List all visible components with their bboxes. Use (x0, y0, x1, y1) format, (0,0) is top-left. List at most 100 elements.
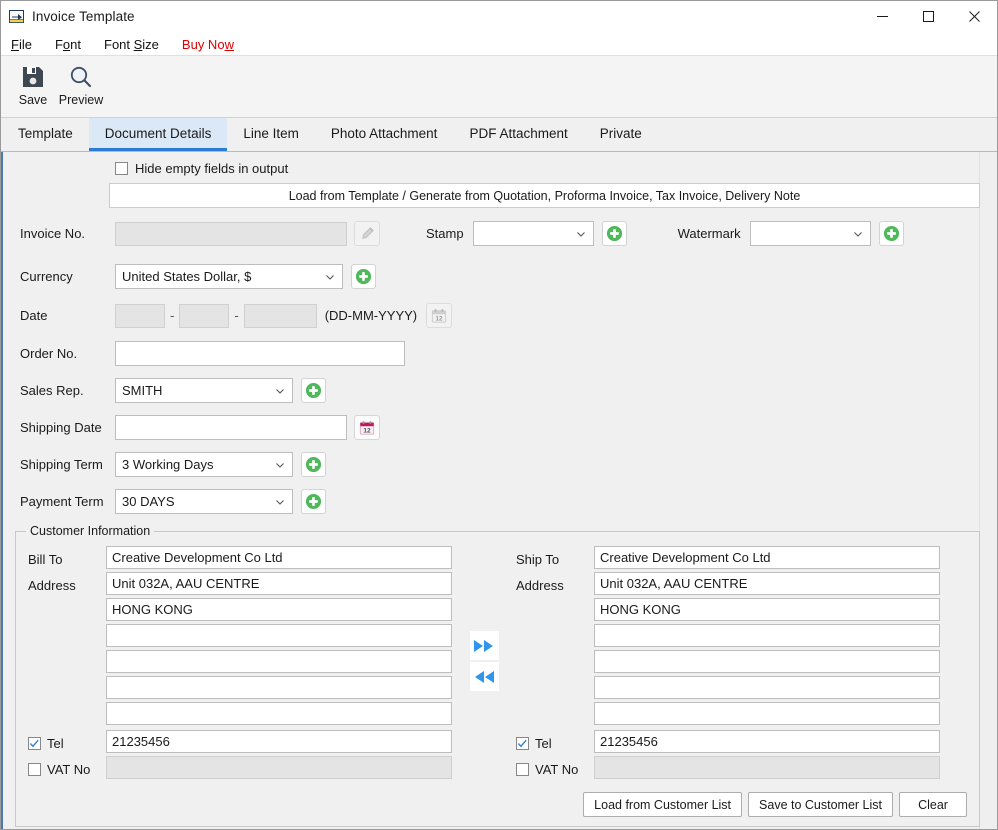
ship-to-column: Ship To Address (516, 542, 940, 782)
tab-photo-attachment[interactable]: Photo Attachment (315, 118, 454, 151)
ship-to-address-line-2[interactable] (594, 598, 940, 621)
preview-button[interactable]: Preview (57, 60, 105, 107)
menu-item-buy-now[interactable]: Buy Now (182, 37, 234, 52)
currency-add-button[interactable] (351, 264, 376, 289)
bill-to-address-line-1[interactable] (106, 572, 452, 595)
sales-rep-select[interactable]: SMITH (115, 378, 293, 403)
ship-to-vat-checkbox[interactable] (516, 762, 529, 776)
load-from-customer-list-button[interactable]: Load from Customer List (583, 792, 743, 817)
menu-bar: File Font Font Size Buy Now (1, 33, 997, 56)
preview-label: Preview (58, 93, 104, 107)
stamp-select[interactable] (472, 221, 594, 246)
tab-document-details[interactable]: Document Details (88, 118, 228, 151)
shipping-date-label: Shipping Date (20, 420, 102, 435)
invoice-no-edit-button[interactable] (354, 221, 380, 246)
chevron-down-icon (853, 231, 862, 237)
shipping-term-value: 3 Working Days (122, 457, 214, 472)
date-month-input[interactable] (179, 303, 230, 328)
ship-to-address-line-5[interactable] (594, 676, 940, 699)
window-title: Invoice Template (32, 9, 135, 24)
save-button[interactable]: Save (9, 60, 57, 107)
order-no-input[interactable] (115, 341, 405, 366)
menu-item-file[interactable]: File (11, 37, 32, 52)
menu-item-font-size[interactable]: Font Size (104, 37, 159, 52)
invoice-no-row: Invoice No. Stamp Watermark (3, 221, 997, 246)
invoice-no-input[interactable] (115, 221, 347, 246)
sales-rep-add-button[interactable] (301, 378, 326, 403)
tab-label: Line Item (243, 125, 299, 141)
bill-to-tel-checkbox[interactable] (28, 736, 41, 750)
shipping-date-input[interactable] (115, 415, 347, 440)
bill-to-tel-input[interactable] (106, 730, 452, 753)
date-separator: - (170, 308, 175, 323)
date-year-input[interactable] (243, 303, 317, 328)
bill-to-address-row-1: Address (28, 572, 452, 598)
ship-to-vat-label-group: VAT No (516, 762, 594, 777)
ship-to-tel-checkbox[interactable] (516, 736, 529, 750)
close-icon (968, 11, 980, 22)
tab-pdf-attachment[interactable]: PDF Attachment (453, 118, 583, 151)
window-controls (859, 1, 997, 32)
ship-to-address-row-6 (516, 702, 940, 728)
check-icon (517, 739, 527, 747)
bill-to-vat-checkbox[interactable] (28, 762, 41, 776)
bill-to-column: Bill To Address (16, 542, 452, 782)
ship-to-name-input[interactable] (594, 546, 940, 569)
ship-to-address-line-4[interactable] (594, 650, 940, 673)
load-from-template-bar[interactable]: Load from Template / Generate from Quota… (109, 183, 980, 208)
magnifier-icon (68, 62, 94, 92)
stamp-add-button[interactable] (601, 221, 627, 246)
bill-to-address-line-6[interactable] (106, 702, 452, 725)
payment-term-add-button[interactable] (301, 489, 326, 514)
shipping-term-select[interactable]: 3 Working Days (115, 452, 293, 477)
hide-empty-fields-checkbox[interactable] (115, 162, 128, 175)
calendar-icon: 12 (432, 308, 447, 323)
bill-to-vat-input[interactable] (106, 756, 452, 779)
bill-to-name-input[interactable] (106, 546, 452, 569)
currency-select[interactable]: United States Dollar, $ (115, 264, 343, 289)
maximize-button[interactable] (905, 1, 951, 32)
watermark-select[interactable] (749, 221, 871, 246)
payment-term-label: Payment Term (20, 494, 104, 509)
bill-to-tel-text: Tel (47, 735, 64, 751)
tab-template[interactable]: Template (2, 118, 89, 151)
ship-to-vat-input[interactable] (594, 756, 940, 779)
watermark-add-button[interactable] (878, 221, 904, 246)
tab-line-item[interactable]: Line Item (227, 118, 315, 151)
customer-information-title: Customer Information (26, 524, 155, 538)
copy-to-ship-to-button[interactable] (469, 631, 499, 660)
shipping-date-row: Shipping Date 12 (3, 415, 997, 440)
payment-term-select[interactable]: 30 DAYS (115, 489, 293, 514)
shipping-term-add-button[interactable] (301, 452, 326, 477)
ship-to-address-line-3[interactable] (594, 624, 940, 647)
ship-to-tel-input[interactable] (594, 730, 940, 753)
currency-row: Currency United States Dollar, $ (3, 264, 997, 289)
payment-term-row: Payment Term 30 DAYS (3, 489, 997, 514)
bill-to-address-row-3 (28, 624, 452, 650)
bill-to-address-line-3[interactable] (106, 624, 452, 647)
date-picker-button[interactable]: 12 (426, 303, 453, 328)
copy-to-bill-to-button[interactable] (469, 662, 499, 691)
chevron-down-icon (276, 462, 284, 468)
bill-to-address-row-4 (28, 650, 452, 676)
bill-to-address-line-4[interactable] (106, 650, 452, 673)
bill-to-address-line-5[interactable] (106, 676, 452, 699)
invoice-no-label: Invoice No. (20, 226, 86, 241)
shipping-date-picker-button[interactable]: 12 (354, 415, 380, 440)
tab-private[interactable]: Private (584, 118, 658, 151)
close-button[interactable] (951, 1, 997, 32)
copy-direction-buttons (452, 542, 516, 782)
double-arrow-right-icon (474, 639, 493, 652)
date-day-input[interactable] (115, 303, 165, 328)
clear-button[interactable]: Clear (899, 792, 967, 817)
minimize-button[interactable] (859, 1, 905, 32)
ship-to-address-line-6[interactable] (594, 702, 940, 725)
menu-item-font[interactable]: Font (55, 37, 81, 52)
sales-rep-label: Sales Rep. (20, 383, 84, 398)
bill-to-address-line-2[interactable] (106, 598, 452, 621)
minimize-icon (876, 16, 888, 17)
save-to-customer-list-button[interactable]: Save to Customer List (748, 792, 893, 817)
tab-label: Photo Attachment (330, 125, 438, 141)
invoice-template-window: Invoice Template File Font Font Size Buy… (0, 0, 998, 830)
ship-to-address-line-1[interactable] (594, 572, 940, 595)
